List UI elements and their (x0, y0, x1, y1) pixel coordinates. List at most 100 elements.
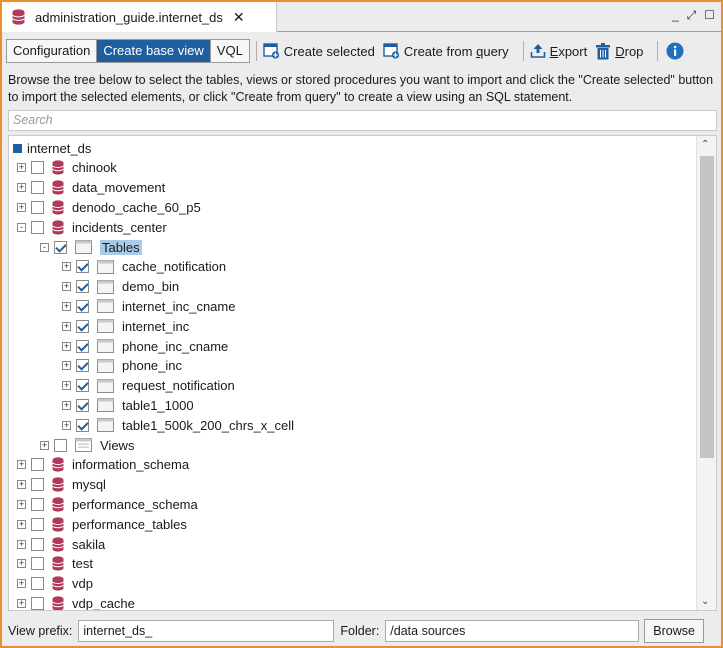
tree-node-table[interactable]: + request_notification (62, 376, 235, 396)
checkbox[interactable] (31, 557, 44, 571)
expand-icon[interactable]: + (62, 400, 71, 410)
expand-icon[interactable]: + (17, 480, 26, 490)
expand-icon[interactable]: + (62, 341, 71, 351)
expand-icon[interactable]: + (62, 420, 71, 430)
tree-node-database[interactable]: + performance_schema (17, 494, 198, 514)
tree-node-database[interactable]: + chinook (17, 158, 117, 178)
tab-configuration[interactable]: Configuration (7, 40, 98, 62)
tree-node-table[interactable]: + demo_bin (62, 277, 179, 297)
scroll-thumb[interactable] (700, 156, 714, 458)
minimize-icon[interactable]: _ (672, 8, 679, 23)
expand-icon[interactable]: + (17, 499, 26, 509)
checkbox[interactable] (76, 260, 89, 274)
drop-button[interactable]: Drop (595, 42, 643, 60)
tree-node-database[interactable]: - incidents_center (17, 217, 167, 237)
maximize-icon[interactable]: ⤢ (687, 8, 697, 23)
folder-input[interactable]: /data sources (385, 620, 640, 642)
expand-icon[interactable]: + (17, 163, 26, 173)
expand-icon[interactable]: + (62, 282, 71, 292)
checkbox[interactable] (76, 398, 89, 412)
checkbox[interactable] (31, 161, 44, 175)
checkbox[interactable] (54, 240, 67, 254)
tab-create-base-view[interactable]: Create base view (97, 40, 211, 62)
expand-icon[interactable]: + (62, 301, 71, 311)
tree-node-table[interactable]: + table1_500k_200_chrs_x_cell (62, 415, 294, 435)
create-selected-button[interactable]: Create selected (263, 43, 375, 59)
expand-icon[interactable]: + (17, 579, 26, 589)
tree-node-database[interactable]: + denodo_cache_60_p5 (17, 197, 201, 217)
expand-icon[interactable]: + (40, 440, 49, 450)
database-icon (52, 457, 64, 472)
tree-root[interactable]: internet_ds (13, 138, 91, 158)
expand-icon[interactable]: + (62, 262, 71, 272)
checkbox[interactable] (76, 319, 89, 333)
expand-icon[interactable]: + (17, 202, 26, 212)
vertical-scrollbar[interactable]: ⌃ ⌄ (696, 136, 716, 610)
tree-node-table[interactable]: + phone_inc_cname (62, 336, 228, 356)
checkbox[interactable] (31, 200, 44, 214)
create-from-query-button[interactable]: Create from query (383, 43, 509, 59)
tab-vql[interactable]: VQL (210, 40, 249, 62)
tree-node-database[interactable]: + data_movement (17, 178, 165, 198)
tree-node-database[interactable]: + sakila (17, 534, 105, 554)
footer-bar: View prefix: internet_ds_ Folder: /data … (8, 619, 717, 643)
checkbox[interactable] (76, 418, 89, 432)
expand-icon[interactable]: + (17, 460, 26, 470)
checkbox[interactable] (31, 537, 44, 551)
tree-node-views[interactable]: + Views (40, 435, 134, 455)
info-icon[interactable] (666, 42, 684, 60)
browse-button[interactable]: Browse (644, 619, 704, 643)
tree-node-database[interactable]: + mysql (17, 475, 106, 495)
tree-node-tables[interactable]: - Tables (40, 237, 142, 257)
scroll-up-icon[interactable]: ⌃ (701, 139, 709, 150)
tree-node-table[interactable]: + table1_1000 (62, 395, 194, 415)
checkbox[interactable] (31, 458, 44, 472)
expand-icon[interactable]: + (62, 321, 71, 331)
checkbox[interactable] (31, 577, 44, 591)
scroll-down-icon[interactable]: ⌄ (701, 596, 709, 607)
close-icon[interactable]: ✕ (233, 9, 245, 26)
editor-tab[interactable]: administration_guide.internet_ds ✕ (2, 2, 277, 32)
tree-node-table[interactable]: + cache_notification (62, 257, 226, 277)
checkbox[interactable] (54, 438, 67, 452)
restore-icon[interactable]: ☐ (704, 8, 715, 23)
checkbox[interactable] (31, 497, 44, 511)
tree-node-database[interactable]: + vdp_cache (17, 593, 135, 610)
tree-node-database[interactable]: + vdp (17, 574, 93, 594)
expand-icon[interactable]: + (17, 183, 26, 193)
view-prefix-input[interactable]: internet_ds_ (78, 620, 335, 642)
expand-icon[interactable]: + (17, 598, 26, 608)
checkbox[interactable] (76, 280, 89, 294)
window-controls: _ ⤢ ☐ (672, 8, 715, 23)
tree-node-label: incidents_center (72, 219, 167, 235)
expand-icon[interactable]: + (17, 539, 26, 549)
database-icon (52, 517, 64, 532)
checkbox[interactable] (76, 339, 89, 353)
checkbox[interactable] (31, 181, 44, 195)
checkbox[interactable] (76, 359, 89, 373)
folder-label: Folder: (340, 624, 380, 638)
tree-node-label: performance_tables (72, 516, 187, 532)
tree-node-table[interactable]: + phone_inc (62, 356, 182, 376)
expand-icon[interactable]: + (62, 381, 71, 391)
collapse-icon[interactable]: - (17, 222, 26, 232)
checkbox[interactable] (76, 299, 89, 313)
tree-node-label: denodo_cache_60_p5 (72, 199, 201, 215)
checkbox[interactable] (31, 596, 44, 610)
tree-node-database[interactable]: + performance_tables (17, 514, 187, 534)
tree-node-table[interactable]: + internet_inc (62, 316, 189, 336)
checkbox[interactable] (31, 220, 44, 234)
expand-icon[interactable]: + (17, 559, 26, 569)
expand-icon[interactable]: + (62, 361, 71, 371)
checkbox[interactable] (76, 379, 89, 393)
tree-node-label: mysql (72, 477, 106, 493)
collapse-icon[interactable]: - (40, 242, 49, 252)
export-button[interactable]: Export (530, 43, 587, 59)
search-input[interactable]: Search (8, 110, 717, 131)
checkbox[interactable] (31, 478, 44, 492)
tree-node-database[interactable]: + test (17, 554, 93, 574)
checkbox[interactable] (31, 517, 44, 531)
tree-node-database[interactable]: + information_schema (17, 455, 189, 475)
tree-node-table[interactable]: + internet_inc_cname (62, 296, 235, 316)
expand-icon[interactable]: + (17, 519, 26, 529)
